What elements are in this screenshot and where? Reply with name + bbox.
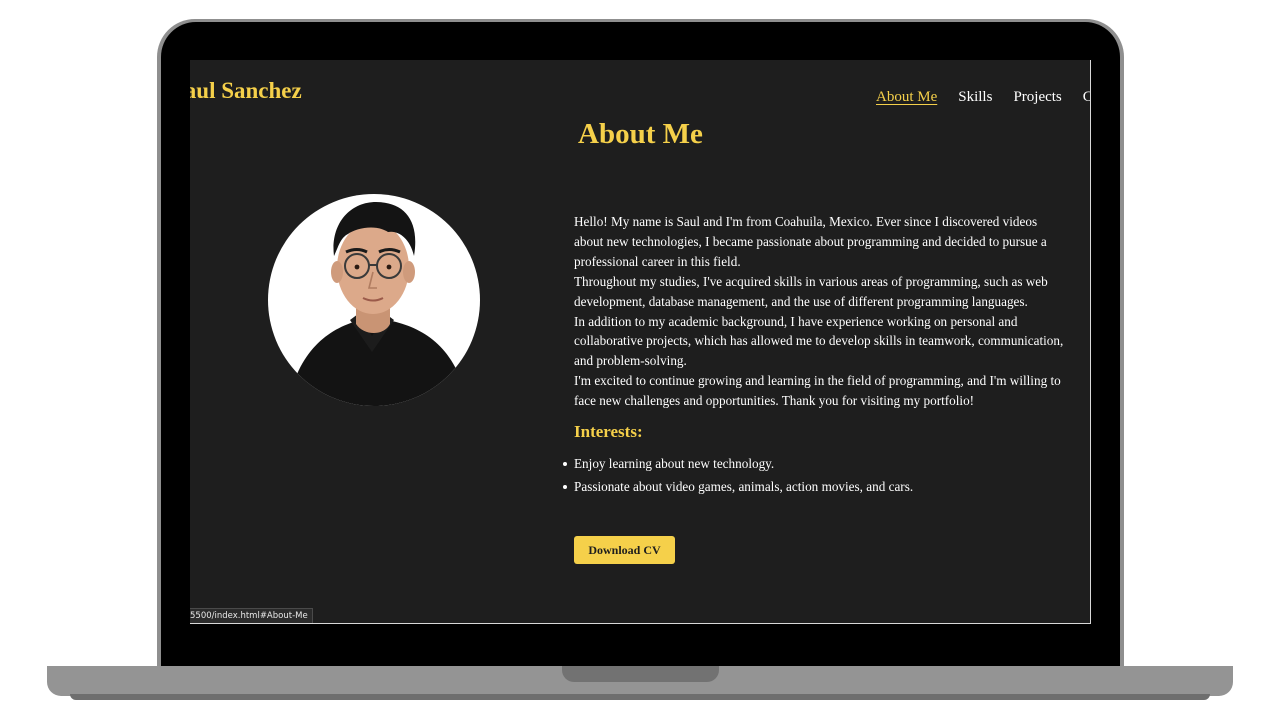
bio-paragraph: In addition to my academic background, I… — [574, 313, 1064, 369]
status-bar-url: 5500/index.html#About-Me — [190, 608, 313, 623]
bio-paragraph: Hello! My name is Saul and I'm from Coah… — [574, 214, 1047, 269]
nav-projects[interactable]: Projects — [1013, 89, 1061, 106]
bio-paragraph: I'm excited to continue growing and lear… — [574, 373, 1061, 409]
nav-skills[interactable]: Skills — [958, 89, 992, 106]
download-cv-button[interactable]: Download CV — [574, 536, 675, 564]
interests-title: Interests: — [574, 422, 643, 441]
profile-photo — [268, 194, 480, 406]
main-nav: About Me Skills Projects Contact — [876, 89, 1090, 106]
laptop-notch — [562, 666, 719, 682]
bio-paragraph: Throughout my studies, I've acquired ski… — [574, 273, 1048, 309]
list-item: Passionate about video games, animals, a… — [562, 475, 913, 498]
nav-contact[interactable]: Contact — [1083, 89, 1090, 106]
nav-about-me[interactable]: About Me — [876, 89, 937, 106]
site-brand[interactable]: Saul Sanchez — [190, 78, 302, 104]
laptop-base-shadow — [70, 694, 1210, 700]
interests-list: Enjoy learning about new technology. Pas… — [562, 452, 913, 498]
list-item: Enjoy learning about new technology. — [562, 452, 913, 475]
browser-viewport: Saul Sanchez About Me Skills Projects Co… — [190, 60, 1091, 624]
about-me-bio: Hello! My name is Saul and I'm from Coah… — [574, 212, 1069, 411]
about-me-title: About Me — [578, 118, 703, 150]
